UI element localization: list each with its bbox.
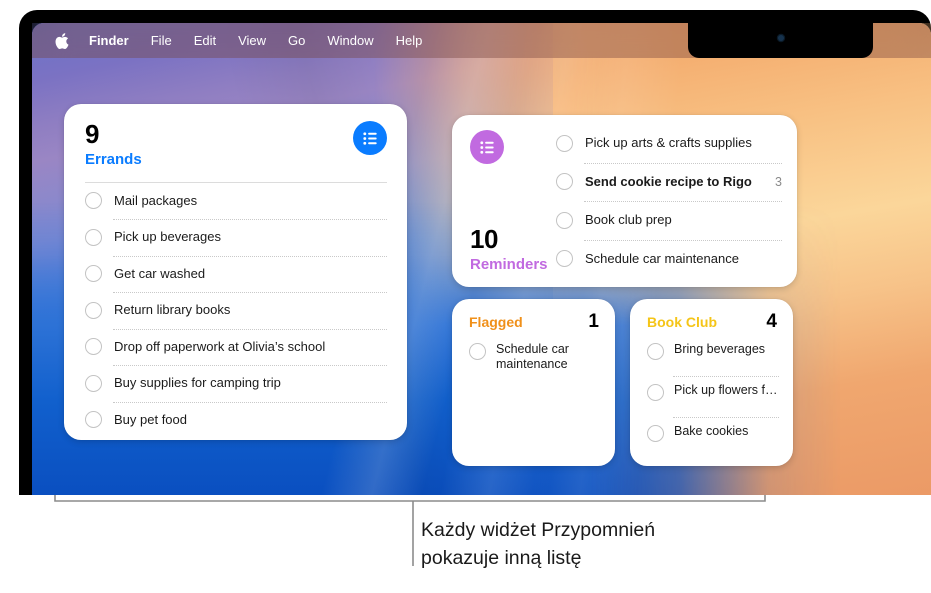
- reminders-count-block: 10 Reminders: [470, 226, 548, 274]
- book-club-count: 4: [766, 311, 777, 332]
- widget-reminders[interactable]: 10 Reminders Pick up arts & crafts suppl…: [452, 115, 797, 287]
- task-row[interactable]: Get car washed: [85, 255, 387, 293]
- laptop-frame: Finder File Edit View Go Window Help 9 E…: [19, 10, 931, 495]
- task-label: Buy pet food: [114, 411, 187, 427]
- apple-logo-icon[interactable]: [44, 32, 78, 50]
- task-row[interactable]: Bring beverages: [647, 335, 779, 376]
- task-label: Buy supplies for camping trip: [114, 375, 281, 391]
- reminders-summary: 10 Reminders: [452, 115, 552, 287]
- task-checkbox[interactable]: [647, 425, 664, 442]
- menu-item-help[interactable]: Help: [385, 23, 434, 58]
- task-row[interactable]: Pick up arts & crafts supplies: [556, 124, 782, 163]
- task-label: Bring beverages: [674, 342, 766, 356]
- flagged-title: Flagged: [469, 314, 523, 330]
- errands-title: Errands: [85, 151, 142, 168]
- menu-item-file[interactable]: File: [140, 23, 183, 58]
- task-row[interactable]: Buy supplies for camping trip: [85, 365, 387, 402]
- menu-item-view[interactable]: View: [227, 23, 277, 58]
- reminders-title: Reminders: [470, 255, 548, 273]
- book-club-header: Book Club 4: [630, 299, 793, 331]
- task-label: Schedule car maintenance: [585, 250, 739, 266]
- task-row[interactable]: Buy pet food: [85, 401, 387, 439]
- task-row[interactable]: Pick up beverages: [85, 219, 387, 256]
- task-checkbox[interactable]: [647, 343, 664, 360]
- task-label: Pick up arts & crafts supplies: [585, 135, 752, 151]
- task-checkbox[interactable]: [556, 211, 573, 229]
- menu-item-go[interactable]: Go: [277, 23, 316, 58]
- errands-count: 9: [85, 119, 99, 149]
- widget-book-club[interactable]: Book Club 4 Bring beverages Pick up flowe…: [630, 299, 793, 466]
- reminders-count: 10: [470, 223, 498, 254]
- task-label: Get car washed: [114, 265, 206, 281]
- task-label: Mail packages: [114, 192, 198, 208]
- task-row[interactable]: Pick up flowers f…: [647, 376, 779, 417]
- task-checkbox[interactable]: [85, 374, 102, 392]
- task-row[interactable]: Schedule car maintenance: [556, 239, 782, 279]
- caption-line-1: Każdy widżet Przypomnień: [421, 519, 656, 541]
- display-notch: [688, 23, 873, 58]
- task-badge: 3: [775, 174, 782, 189]
- reminders-task-list: Pick up arts & crafts supplies Send cooki…: [556, 124, 782, 278]
- errands-header: 9 Errands: [64, 104, 407, 169]
- task-checkbox[interactable]: [85, 192, 102, 210]
- book-club-task-list: Bring beverages Pick up flowers f… Bake co…: [630, 331, 793, 458]
- task-checkbox[interactable]: [469, 343, 486, 360]
- task-checkbox[interactable]: [556, 250, 573, 268]
- caption: Każdy widżet Przypomnień pokazuje inną l…: [421, 517, 891, 572]
- task-label: Bake cookies: [674, 424, 749, 438]
- task-row[interactable]: Send cookie recipe to Rigo 3: [556, 162, 782, 202]
- task-row[interactable]: Drop off paperwork at Olivia’s school: [85, 328, 387, 366]
- task-label: Schedule car maintenance: [496, 342, 569, 372]
- task-row[interactable]: Schedule car maintenance: [469, 335, 601, 373]
- task-label: Return library books: [114, 302, 231, 318]
- widget-errands[interactable]: 9 Errands Mail packages Pick up beverages…: [64, 104, 407, 440]
- camera-icon: [777, 34, 784, 41]
- menu-item-window[interactable]: Window: [316, 23, 384, 58]
- task-checkbox[interactable]: [647, 384, 664, 401]
- task-checkbox[interactable]: [85, 411, 102, 429]
- flagged-header: Flagged 1: [452, 299, 615, 331]
- book-club-title: Book Club: [647, 314, 717, 330]
- task-row[interactable]: Book club prep: [556, 201, 782, 240]
- task-checkbox[interactable]: [556, 134, 573, 152]
- desktop-screen: Finder File Edit View Go Window Help 9 E…: [32, 23, 931, 495]
- task-row[interactable]: Mail packages: [85, 183, 387, 220]
- task-label: Drop off paperwork at Olivia’s school: [114, 338, 326, 354]
- task-row[interactable]: Return library books: [85, 292, 387, 329]
- task-label: Pick up flowers f…: [674, 383, 778, 397]
- task-checkbox[interactable]: [85, 338, 102, 356]
- task-checkbox[interactable]: [85, 228, 102, 246]
- task-checkbox[interactable]: [85, 265, 102, 283]
- task-label: Send cookie recipe to Rigo: [585, 173, 752, 189]
- menu-item-edit[interactable]: Edit: [183, 23, 227, 58]
- task-row[interactable]: Bake cookies: [647, 417, 779, 458]
- list-icon[interactable]: [470, 130, 504, 164]
- task-checkbox[interactable]: [85, 301, 102, 319]
- flagged-task-list: Schedule car maintenance: [452, 331, 615, 373]
- errands-task-list: Mail packages Pick up beverages Get car wa…: [64, 183, 407, 439]
- menu-item-finder[interactable]: Finder: [78, 23, 140, 58]
- task-label: Pick up beverages: [114, 229, 221, 245]
- list-icon[interactable]: [353, 121, 387, 155]
- caption-line-2: pokazuje inną listę: [421, 546, 582, 569]
- task-checkbox[interactable]: [556, 173, 573, 191]
- widget-flagged[interactable]: Flagged 1 Schedule car maintenance: [452, 299, 615, 466]
- flagged-count: 1: [588, 311, 599, 332]
- task-label: Book club prep: [585, 212, 672, 228]
